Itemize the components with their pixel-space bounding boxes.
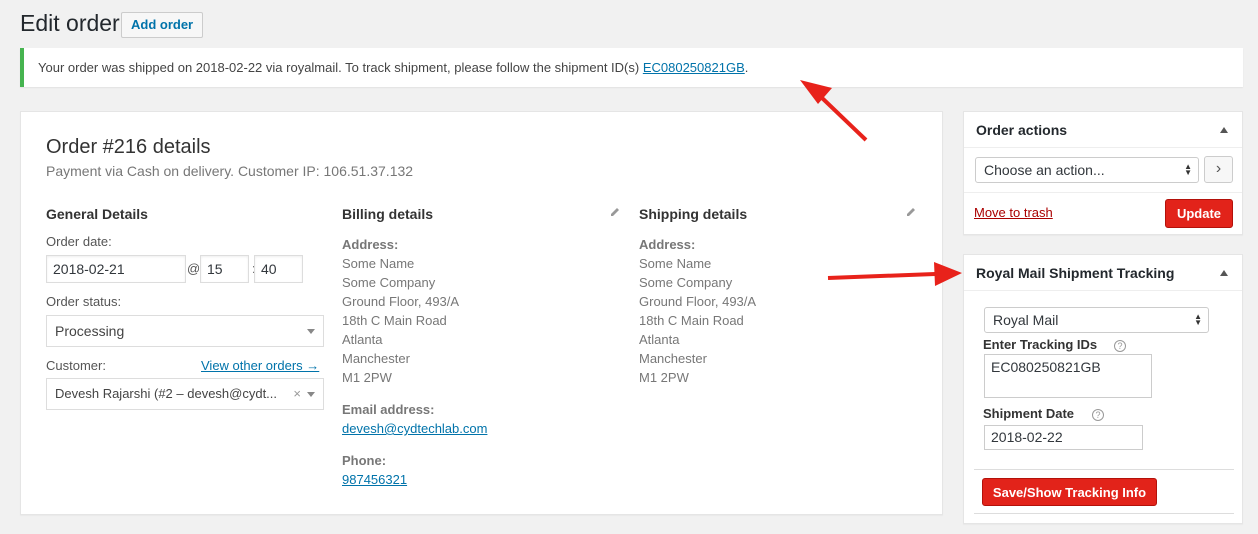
shipping-address-label: Address:	[639, 237, 696, 252]
divider	[974, 513, 1234, 514]
tracking-panel-title[interactable]: Royal Mail Shipment Tracking	[964, 255, 1242, 291]
billing-address-line: Some Name	[342, 256, 415, 271]
add-order-button[interactable]: Add order	[121, 12, 204, 38]
order-hour-input[interactable]: 15	[200, 255, 249, 283]
edit-shipping-pencil-icon[interactable]	[905, 206, 917, 218]
phone-label: Phone:	[342, 453, 387, 468]
billing-address-line: Manchester	[342, 351, 410, 366]
order-details-panel: Order #216 details Payment via Cash on d…	[20, 111, 943, 515]
tracking-panel-title-text: Royal Mail Shipment Tracking	[976, 265, 1175, 281]
carrier-value: Royal Mail	[993, 312, 1059, 328]
order-payment-meta: Payment via Cash on delivery. Customer I…	[46, 163, 414, 179]
shipment-date-label: Shipment Date	[983, 406, 1075, 421]
divider	[964, 192, 1242, 193]
billing-address-line: Ground Floor, 493/A	[342, 294, 460, 309]
shipping-address-line: Manchester	[639, 351, 707, 366]
billing-details-heading: Billing details	[342, 206, 434, 222]
shipping-address-line: Some Name	[639, 256, 712, 271]
email-link[interactable]: devesh@cydtechlab.com	[342, 421, 487, 436]
billing-address: Address: Some Name Some Company Ground F…	[342, 235, 459, 387]
order-date-label: Order date:	[46, 234, 112, 249]
billing-email: Email address: devesh@cydtechlab.com	[342, 400, 487, 438]
carrier-select[interactable]: Royal Mail ▲ ▼	[984, 307, 1209, 333]
updown-icon: ▲ ▼	[1194, 312, 1202, 327]
update-button[interactable]: Update	[1165, 199, 1233, 228]
shipping-address-line: Some Company	[639, 275, 733, 290]
collapse-arrow-icon[interactable]	[1220, 270, 1228, 276]
order-status-value: Processing	[55, 323, 125, 339]
royal-mail-tracking-panel: Royal Mail Shipment Tracking Royal Mail …	[963, 254, 1243, 524]
billing-address-line: Some Company	[342, 275, 436, 290]
shipping-address-line: M1 2PW	[639, 370, 689, 385]
divider	[974, 469, 1234, 470]
billing-phone: Phone: 987456321	[342, 451, 407, 489]
order-action-select[interactable]: Choose an action... ▲ ▼	[975, 157, 1199, 183]
order-actions-panel: Order actions Choose an action... ▲ ▼ › M…	[963, 111, 1243, 235]
order-date-input[interactable]: 2018-02-21	[46, 255, 186, 283]
order-minute-input[interactable]: 40	[254, 255, 303, 283]
order-actions-title[interactable]: Order actions	[964, 112, 1242, 148]
updown-icon: ▲ ▼	[1184, 162, 1192, 177]
at-sign: @	[187, 261, 201, 276]
email-label: Email address:	[342, 402, 435, 417]
shipping-address: Address: Some Name Some Company Ground F…	[639, 235, 756, 387]
order-actions-title-text: Order actions	[976, 122, 1068, 138]
help-icon[interactable]: ?	[1092, 409, 1104, 421]
chevron-down-icon	[307, 329, 315, 334]
move-to-trash-link[interactable]: Move to trash	[974, 205, 1053, 220]
clear-icon[interactable]: ×	[293, 379, 301, 409]
view-other-orders-link[interactable]: View other orders →	[201, 358, 319, 373]
apply-action-button[interactable]: ›	[1204, 156, 1233, 183]
customer-value: Devesh Rajarshi (#2 – devesh@cydt...	[55, 386, 278, 401]
phone-link[interactable]: 987456321	[342, 472, 407, 487]
billing-address-line: M1 2PW	[342, 370, 392, 385]
billing-address-line: 18th C Main Road	[342, 313, 447, 328]
customer-select[interactable]: Devesh Rajarshi (#2 – devesh@cydt... ×	[46, 378, 324, 410]
notice-suffix: .	[744, 60, 749, 75]
tracking-ids-textarea[interactable]: EC080250821GB	[984, 354, 1152, 398]
shipping-notice: Your order was shipped on 2018-02-22 via…	[20, 48, 1243, 87]
shipment-date-input[interactable]: 2018-02-22	[984, 425, 1143, 450]
order-action-value: Choose an action...	[984, 162, 1105, 178]
page-title: Edit order	[20, 10, 120, 36]
order-status-label: Order status:	[46, 294, 122, 309]
help-icon[interactable]: ?	[1114, 340, 1126, 352]
customer-label: Customer:	[46, 358, 106, 373]
edit-billing-pencil-icon[interactable]	[609, 206, 621, 218]
billing-address-line: Atlanta	[342, 332, 383, 347]
notice-text: Your order was shipped on 2018-02-22 via…	[38, 60, 640, 75]
shipping-address-line: Ground Floor, 493/A	[639, 294, 757, 309]
order-status-select[interactable]: Processing	[46, 315, 324, 347]
chevron-down-icon	[307, 392, 315, 397]
collapse-arrow-icon[interactable]	[1220, 127, 1228, 133]
shipping-address-line: 18th C Main Road	[639, 313, 744, 328]
billing-address-label: Address:	[342, 237, 399, 252]
shipping-details-heading: Shipping details	[639, 206, 748, 222]
general-details-heading: General Details	[46, 206, 148, 222]
shipping-address-line: Atlanta	[639, 332, 680, 347]
save-tracking-button[interactable]: Save/Show Tracking Info	[982, 478, 1157, 506]
tracking-id-link[interactable]: EC080250821GB	[643, 60, 745, 75]
tracking-ids-label: Enter Tracking IDs	[983, 337, 1098, 352]
order-title: Order #216 details	[46, 136, 211, 158]
